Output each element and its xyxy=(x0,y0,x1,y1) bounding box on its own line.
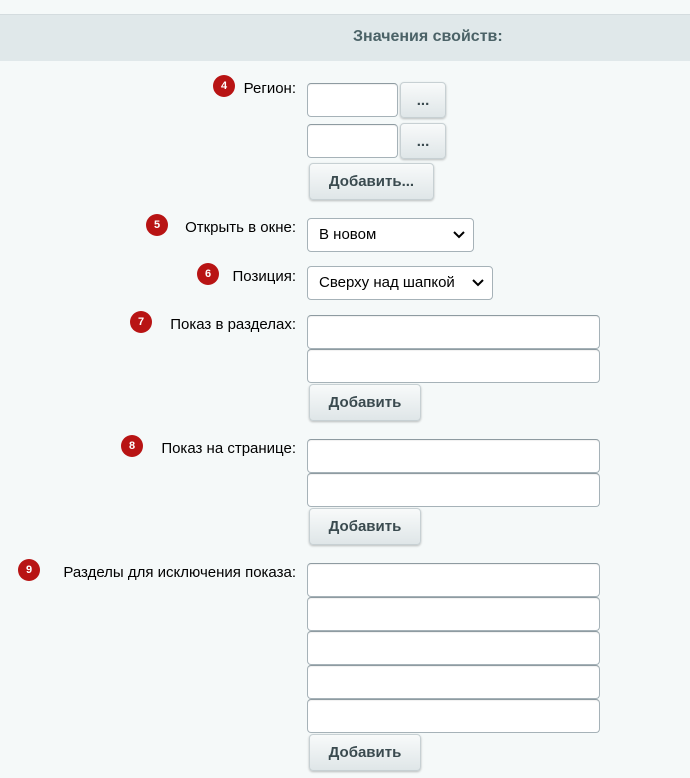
section-header: Значения свойств: xyxy=(0,14,690,61)
show-on-page-label: Показ на странице: xyxy=(161,440,296,457)
exclude-sections-input-4[interactable] xyxy=(307,665,600,699)
exclude-sections-add-button[interactable]: Добавить xyxy=(309,734,421,771)
badge-5: 5 xyxy=(146,214,168,236)
exclude-sections-input-5[interactable] xyxy=(307,699,600,733)
show-on-page-input-2[interactable] xyxy=(307,473,600,507)
region-label: Регион: xyxy=(243,80,296,97)
badge-4: 4 xyxy=(213,75,235,97)
chevron-down-icon xyxy=(453,231,465,239)
open-in-window-select[interactable]: В новом xyxy=(307,218,474,252)
open-in-window-value: В новом xyxy=(319,226,377,243)
region-browse-button-2[interactable]: ... xyxy=(400,123,446,159)
region-input-2[interactable] xyxy=(307,124,398,158)
position-select[interactable]: Сверху над шапкой xyxy=(307,266,493,300)
show-in-sections-label: Показ в разделах: xyxy=(170,316,296,333)
exclude-sections-label: Разделы для исключения показа: xyxy=(63,564,296,581)
region-browse-button-1[interactable]: ... xyxy=(400,82,446,118)
exclude-sections-input-2[interactable] xyxy=(307,597,600,631)
position-label: Позиция: xyxy=(232,268,296,285)
badge-9: 9 xyxy=(18,559,40,581)
position-value: Сверху над шапкой xyxy=(319,274,455,291)
show-on-page-input-1[interactable] xyxy=(307,439,600,473)
badge-8: 8 xyxy=(121,435,143,457)
open-in-window-label: Открыть в окне: xyxy=(185,219,296,236)
region-input-1[interactable] xyxy=(307,83,398,117)
badge-6: 6 xyxy=(197,263,219,285)
chevron-down-icon xyxy=(472,279,484,287)
show-in-sections-input-1[interactable] xyxy=(307,315,600,349)
badge-7: 7 xyxy=(130,311,152,333)
show-on-page-add-button[interactable]: Добавить xyxy=(309,508,421,545)
show-in-sections-add-button[interactable]: Добавить xyxy=(309,384,421,421)
section-title: Значения свойств: xyxy=(353,28,503,45)
show-in-sections-input-2[interactable] xyxy=(307,349,600,383)
exclude-sections-input-3[interactable] xyxy=(307,631,600,665)
exclude-sections-input-1[interactable] xyxy=(307,563,600,597)
region-add-button[interactable]: Добавить... xyxy=(309,163,434,200)
